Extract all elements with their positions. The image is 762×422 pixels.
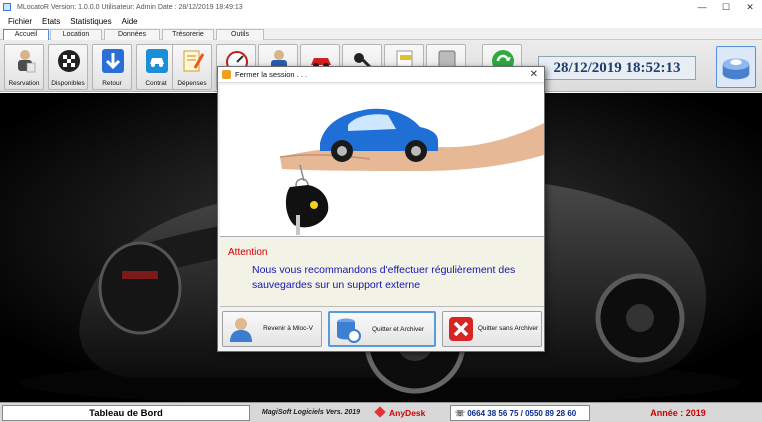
- tab-location[interactable]: Location: [50, 29, 102, 40]
- phone-icon: ☏: [455, 409, 468, 418]
- ribbon-tabs: Accueil Location Données Trésorerie Outi…: [0, 28, 762, 40]
- year-label: Année : 2019: [650, 408, 706, 418]
- menu-statistiques[interactable]: Statistiques: [70, 17, 111, 26]
- date-time-display: 28/12/2019 18:52:13: [538, 56, 696, 80]
- dialog-title: Fermer la session . . .: [235, 70, 308, 79]
- dialog-title-bar: Fermer la session . . . ✕: [218, 67, 544, 83]
- reservation-icon: [18, 50, 36, 73]
- retour-button[interactable]: Retour: [92, 44, 132, 90]
- car-in-hand-illustration: [220, 85, 544, 236]
- car-keys-hand-image: [220, 85, 544, 237]
- database-button[interactable]: [716, 46, 756, 88]
- backup-warning-text: Nous vous recommandons d'effectuer régul…: [252, 264, 516, 291]
- menu-aide[interactable]: Aide: [122, 17, 138, 26]
- depenses-button[interactable]: Dépenses: [172, 44, 212, 90]
- dialog-close-icon[interactable]: ✕: [530, 69, 538, 80]
- tab-outils[interactable]: Outils: [216, 29, 264, 40]
- user-icon: [230, 318, 252, 342]
- status-bar: Tableau de Bord MagiSoft Logiciels Vers.…: [0, 402, 762, 422]
- window-controls: — ☐ ✕: [690, 0, 762, 14]
- minimize-button[interactable]: —: [690, 0, 714, 14]
- anydesk-label: AnyDesk: [374, 405, 444, 421]
- expense-pen-icon: [183, 50, 205, 72]
- quit-and-archive-button[interactable]: Quitter et Archiver: [328, 311, 436, 347]
- window-title: MLocatoR Version: 1.0.0.0 Utilisateur: A…: [17, 3, 243, 11]
- close-window-button[interactable]: ✕: [738, 0, 762, 14]
- attention-label: Attention: [228, 247, 268, 258]
- version-label: MagiSoft Logiciels Vers. 2019: [261, 409, 361, 416]
- red-x-icon: [449, 317, 473, 341]
- back-to-app-button[interactable]: Revenir à Mloc-V: [222, 311, 322, 347]
- dashboard-label[interactable]: Tableau de Bord: [2, 405, 250, 421]
- database-backup-icon: [337, 318, 361, 343]
- maximize-button[interactable]: ☐: [714, 0, 738, 14]
- window-title-bar: MLocatoR Version: 1.0.0.0 Utilisateur: A…: [0, 0, 762, 14]
- tab-donnees[interactable]: Données: [104, 29, 160, 40]
- dialog-message-panel: Attention Nous vous recommandons d'effec…: [220, 239, 544, 307]
- close-session-dialog: Fermer la session . . . ✕ Attention Nous…: [217, 66, 545, 352]
- down-arrow-icon: [102, 49, 124, 73]
- disponibles-button[interactable]: Disponibles: [48, 44, 88, 90]
- tab-accueil[interactable]: Accueil: [3, 29, 49, 40]
- dialog-app-icon: [222, 70, 231, 79]
- menu-bar: Fichier Etats Statistiques Aide: [0, 14, 762, 28]
- checkered-flag-icon: [58, 50, 80, 72]
- database-icon: [722, 58, 750, 80]
- quit-without-archive-button[interactable]: Quitter sans Archiver: [442, 311, 542, 347]
- menu-etats[interactable]: Etats: [42, 17, 60, 26]
- menu-fichier[interactable]: Fichier: [8, 17, 32, 26]
- car-contract-icon: [146, 49, 168, 73]
- app-icon: [3, 3, 11, 11]
- tab-tresorerie[interactable]: Trésorerie: [162, 29, 214, 40]
- phone-label: ☏ 0664 38 56 75 / 0550 89 28 60: [450, 405, 590, 421]
- reservation-button[interactable]: Resrvation: [4, 44, 44, 90]
- anydesk-icon: [374, 406, 386, 418]
